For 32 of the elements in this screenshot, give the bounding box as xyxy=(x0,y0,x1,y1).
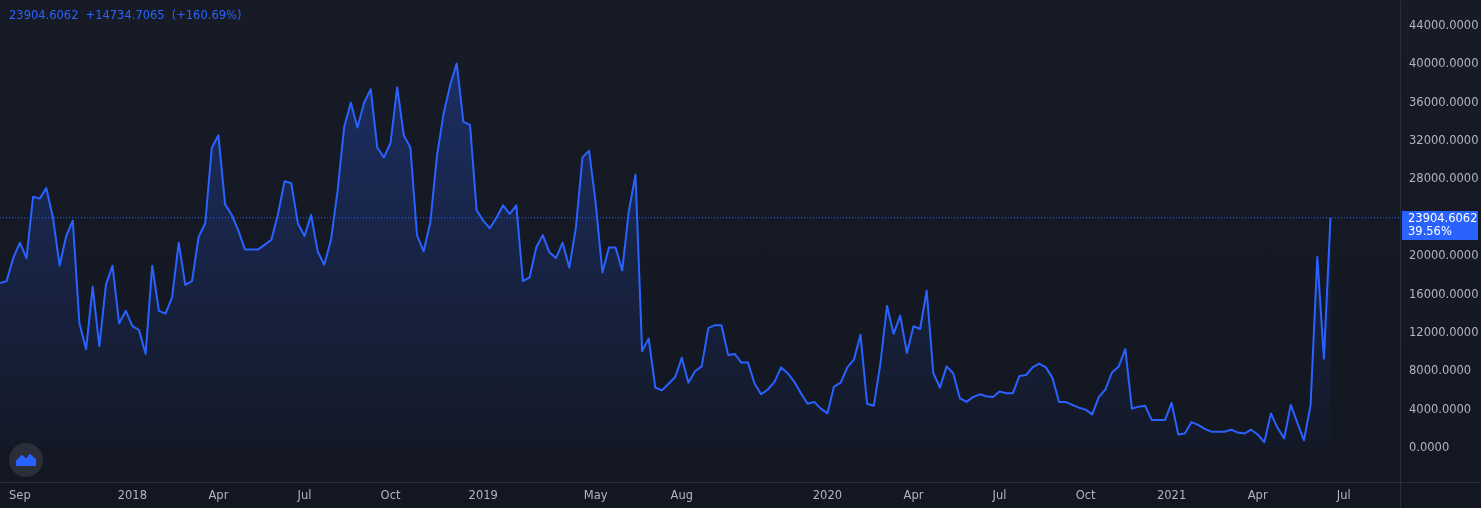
axis-label: May xyxy=(583,488,608,502)
axis-label: 44000.0000 xyxy=(1409,18,1479,33)
axis-label: 2018 xyxy=(117,488,148,502)
price-value: 23904.6062 xyxy=(1408,211,1478,225)
logo-icon[interactable] xyxy=(9,443,43,477)
legend-price: 23904.6062 xyxy=(9,8,79,22)
axis-label: 2021 xyxy=(1157,488,1187,502)
axis-label: 28000.0000 xyxy=(1409,171,1479,186)
axis-label: 2019 xyxy=(468,488,498,502)
axis-label: 32000.0000 xyxy=(1409,133,1479,148)
legend-percent: (+160.69%) xyxy=(171,8,242,22)
axis-label: Apr xyxy=(903,488,924,502)
axis-label: Sep xyxy=(9,488,31,502)
axis-label: Apr xyxy=(208,488,229,502)
axis-label: 2020 xyxy=(812,488,843,502)
percent-change: 39.56% xyxy=(1408,224,1453,238)
axis-label: 4000.0000 xyxy=(1409,401,1472,416)
axis-label: 0.0000 xyxy=(1409,440,1450,454)
axis-label: Jul xyxy=(1336,488,1351,502)
axis-label: Jul xyxy=(297,488,312,502)
axis-label: 12000.0000 xyxy=(1409,324,1479,339)
axis-label: 40000.0000 xyxy=(1409,56,1479,71)
axis-label: 16000.0000 xyxy=(1409,286,1479,301)
legend-change: +14734.7065 xyxy=(85,8,165,22)
axis-label: 8000.0000 xyxy=(1409,363,1472,378)
axis-label: Apr xyxy=(1247,488,1268,502)
axis-label: 20000.0000 xyxy=(1409,248,1479,263)
axis-label: 36000.0000 xyxy=(1409,94,1479,109)
axis-label: Oct xyxy=(380,488,401,502)
axis-label: Aug xyxy=(670,488,694,502)
axis-label: Jul xyxy=(992,488,1007,502)
axis-label: Oct xyxy=(1075,488,1096,502)
